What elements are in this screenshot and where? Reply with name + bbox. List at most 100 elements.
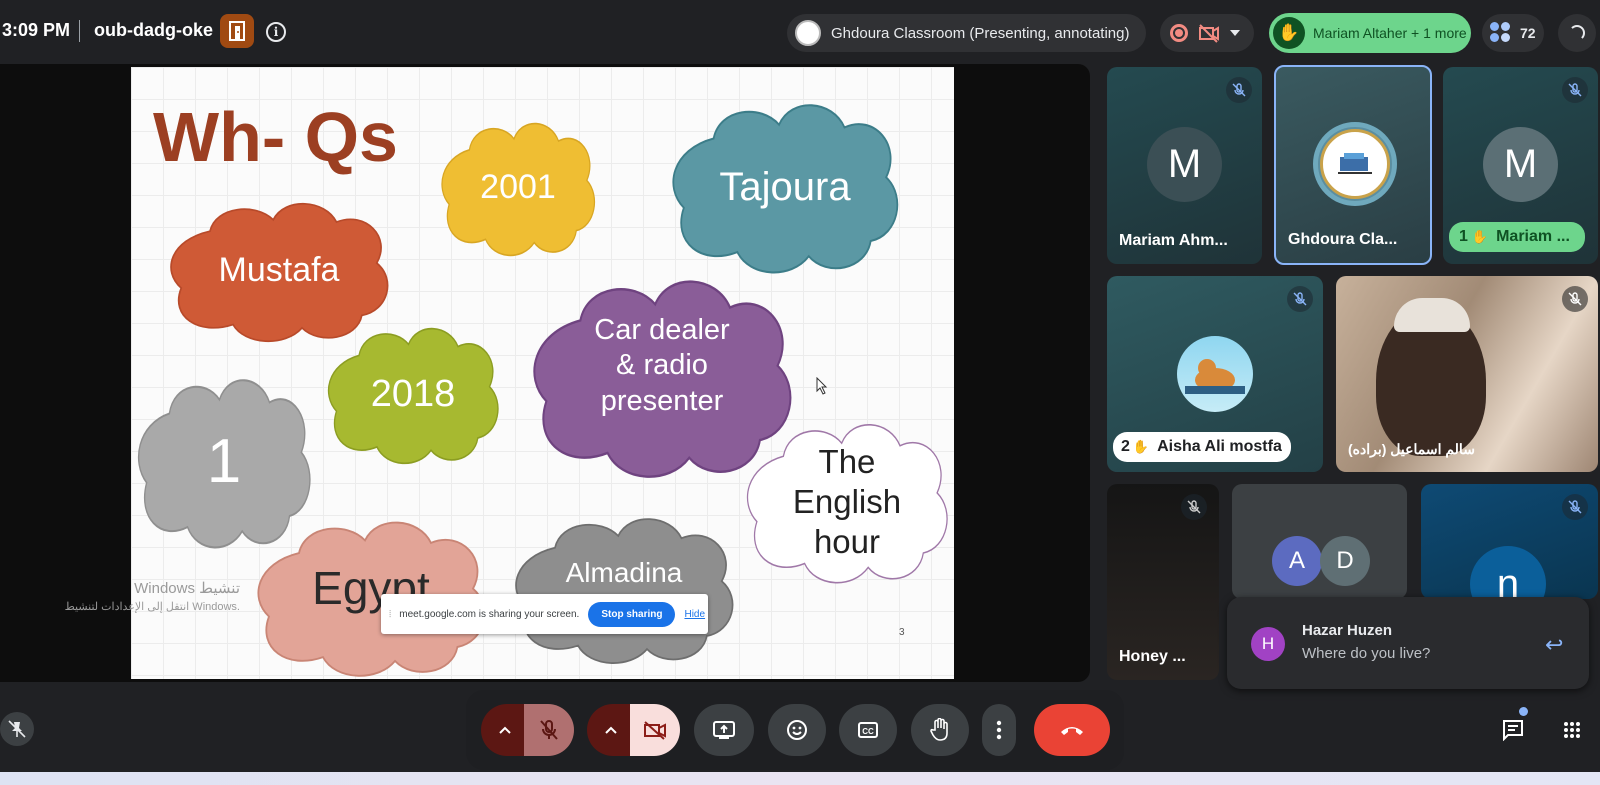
end-call-icon: [1061, 727, 1083, 735]
presenting-label: Ghdoura Classroom (Presenting, annotatin…: [831, 24, 1130, 42]
unread-badge: [1519, 707, 1528, 716]
presenting-indicator[interactable]: Ghdoura Classroom (Presenting, annotatin…: [787, 14, 1146, 52]
hand-count: 1: [1459, 228, 1468, 245]
leave-call-button[interactable]: [1034, 704, 1110, 756]
chat-icon: [1503, 720, 1523, 741]
cloud-2001: 2001: [437, 117, 599, 259]
more-vert-icon: [996, 720, 1002, 740]
cloud-2018: 2018: [323, 322, 503, 467]
stop-sharing-button[interactable]: Stop sharing: [588, 601, 676, 627]
divider: [79, 20, 80, 42]
camera-toggle-button[interactable]: [630, 704, 680, 756]
top-bar: 3:09 PM oub-dadg-oke i Ghdoura Classroom…: [0, 0, 1600, 64]
door-icon[interactable]: [220, 14, 254, 48]
windows-activation-watermark: Windows تنشيط انتقل إلى الإعدادات لتنشيط…: [40, 579, 240, 613]
hide-link[interactable]: Hide: [684, 609, 705, 620]
avatar: A: [1272, 536, 1322, 586]
participant-name: Ghdoura Cla...: [1288, 231, 1398, 248]
meeting-time: 3:09 PM: [2, 20, 71, 40]
mic-off-icon: [1562, 286, 1588, 312]
mic-off-icon: [1226, 77, 1252, 103]
watermark-line1: Windows تنشيط: [134, 580, 240, 597]
hand-count: 2: [1121, 438, 1130, 455]
apps-grid-icon: [1564, 722, 1580, 738]
cloud-label: Tajoura: [719, 164, 851, 209]
hand-icon: ✋: [1273, 17, 1305, 49]
cloud-tajoura: Tajoura: [666, 97, 904, 277]
reply-icon[interactable]: ↩: [1545, 632, 1563, 658]
cloud-english-hour: The English hour: [741, 417, 953, 587]
unpin-icon[interactable]: [0, 712, 34, 746]
sender-name: Hazar Huzen: [1302, 622, 1393, 639]
drag-handle-icon[interactable]: ⦙: [389, 609, 391, 620]
participant-name: Aisha Ali mostfa: [1157, 438, 1282, 455]
cloud-label: The English hour: [792, 442, 902, 561]
mic-off-icon: [1562, 77, 1588, 103]
participant-name: Mariam ...: [1496, 228, 1570, 245]
avatar: D: [1320, 536, 1370, 586]
chevron-down-icon: [1230, 30, 1240, 36]
participant-tile-group[interactable]: A D: [1232, 484, 1407, 599]
participant-name: Honey ...: [1119, 648, 1186, 665]
record-icon: [1170, 24, 1188, 42]
sender-avatar: H: [1251, 627, 1285, 661]
chat-button[interactable]: [1495, 712, 1531, 748]
mic-off-icon: [1181, 494, 1207, 520]
emoji-icon: [787, 720, 807, 740]
raised-hand-chip: 1 ✋ Mariam ...: [1449, 222, 1585, 252]
hand-icon: ✋: [1132, 439, 1150, 454]
raised-hands-indicator[interactable]: ✋ Mariam Altaher + 1 more: [1269, 13, 1471, 53]
chat-notification[interactable]: H Hazar Huzen Where do you live? ↩: [1227, 597, 1589, 689]
call-controls: CC: [466, 690, 1124, 770]
participant-name: Mariam Ahm...: [1119, 232, 1228, 249]
walrus-avatar: [1177, 336, 1253, 412]
camera-off-icon: [1199, 24, 1219, 43]
mic-off-icon: [1287, 286, 1313, 312]
share-banner-text: meet.google.com is sharing your screen.: [399, 608, 580, 620]
camera-options-button[interactable]: [587, 704, 635, 756]
people-icon: [1490, 22, 1512, 44]
mouse-cursor-icon: [816, 377, 828, 395]
raised-hands-label: Mariam Altaher + 1 more: [1313, 25, 1467, 41]
cloud-label: 2018: [370, 373, 456, 416]
hand-icon: [930, 718, 948, 741]
screen-share-banner: ⦙ meet.google.com is sharing your screen…: [381, 594, 708, 634]
avatar: n: [1470, 546, 1546, 599]
slide-number: 3: [899, 627, 905, 638]
participant-tile[interactable]: 2 ✋ Aisha Ali mostfa: [1107, 276, 1323, 472]
hand-icon: ✋: [1471, 229, 1489, 244]
captions-icon: CC: [858, 722, 878, 738]
people-count: 72: [1520, 25, 1536, 41]
participant-video-tile[interactable]: سالم اسماعيل (براده): [1336, 276, 1598, 472]
people-button[interactable]: 72: [1482, 14, 1544, 52]
watermark-line2: انتقل إلى الإعدادات لتنشيط Windows.: [64, 601, 240, 613]
chat-message: Where do you live?: [1302, 645, 1431, 662]
presentation-stage: Wh- Qs Mustafa 2001 Tajoura 2018 Car dea…: [0, 64, 1090, 682]
info-icon[interactable]: i: [266, 22, 286, 42]
avatar: M: [1483, 127, 1558, 202]
cloud-label: Almadina: [565, 557, 683, 589]
svg-text:CC: CC: [862, 727, 874, 736]
cloud-label: 2001: [480, 168, 556, 207]
participant-tile[interactable]: n: [1421, 484, 1598, 599]
present-screen-button[interactable]: [694, 704, 754, 756]
raised-hand-chip: 2 ✋ Aisha Ali mostfa: [1113, 432, 1291, 462]
presentation-slide: Wh- Qs Mustafa 2001 Tajoura 2018 Car dea…: [131, 67, 954, 679]
activities-button[interactable]: [1554, 712, 1590, 748]
participant-tile-presenter[interactable]: Ghdoura Cla...: [1274, 65, 1432, 265]
mic-toggle-button[interactable]: [524, 704, 574, 756]
mic-options-button[interactable]: [481, 704, 529, 756]
classroom-logo: [795, 20, 821, 46]
recording-controls[interactable]: [1160, 14, 1254, 52]
loading-icon: [1558, 14, 1596, 52]
captions-button[interactable]: CC: [839, 704, 897, 756]
participant-name: سالم اسماعيل (براده): [1348, 441, 1475, 457]
reactions-button[interactable]: [768, 704, 826, 756]
more-options-button[interactable]: [982, 704, 1016, 756]
mic-off-icon: [540, 720, 558, 740]
raise-hand-button[interactable]: [911, 704, 969, 756]
participant-video-tile[interactable]: Honey ...: [1107, 484, 1219, 680]
meeting-code: oub-dadg-oke: [94, 20, 213, 40]
participant-tile[interactable]: M 1 ✋ Mariam ...: [1443, 67, 1598, 264]
participant-tile[interactable]: M Mariam Ahm...: [1107, 67, 1262, 264]
